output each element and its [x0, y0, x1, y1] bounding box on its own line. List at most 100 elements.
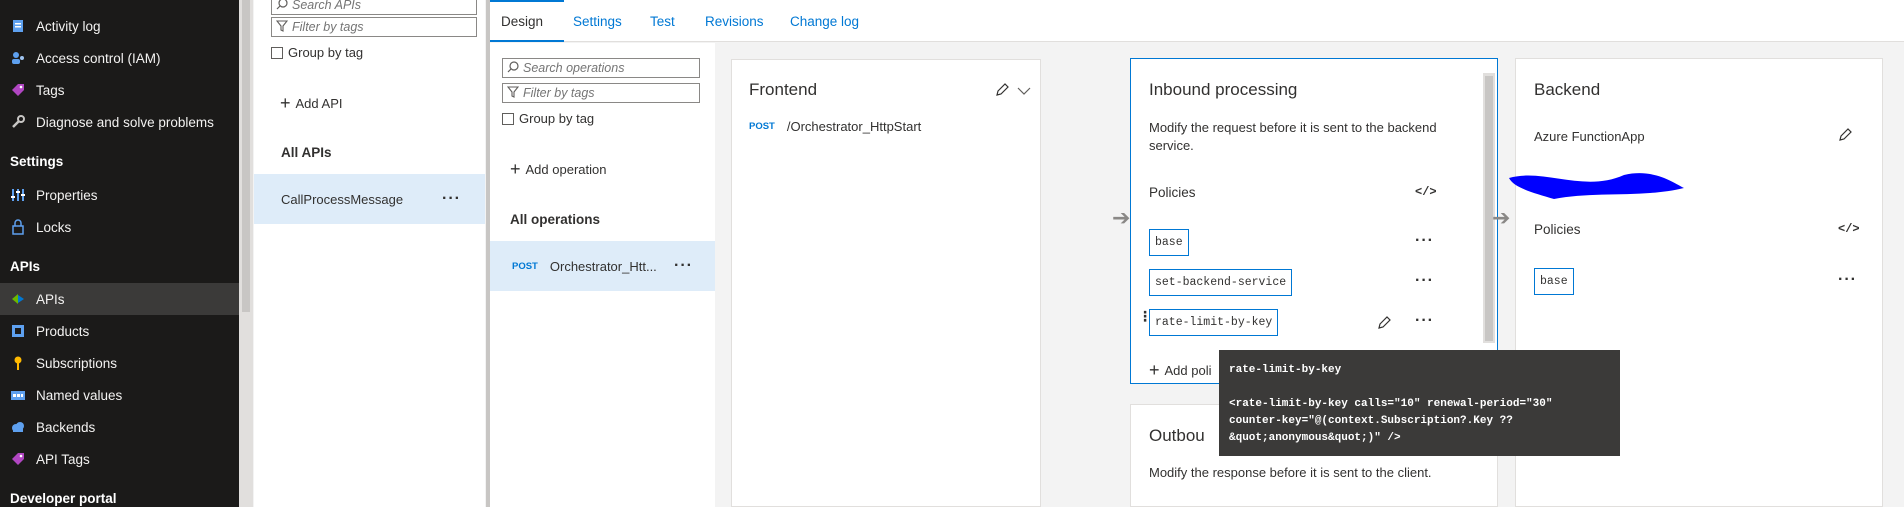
- nav-item-label: Locks: [36, 219, 72, 235]
- apis-icon: [10, 291, 26, 307]
- tab-revisions[interactable]: Revisions: [705, 14, 764, 29]
- edit-icon[interactable]: [1838, 127, 1853, 145]
- more-icon[interactable]: ···: [442, 190, 461, 208]
- api-row[interactable]: CallProcessMessage ···: [254, 174, 485, 224]
- filter-tags-input[interactable]: [288, 20, 476, 34]
- tag-icon: [10, 451, 26, 467]
- search-icon: [276, 0, 288, 13]
- checkbox-box[interactable]: [502, 112, 514, 125]
- nav-section-settings: Settings: [10, 154, 64, 169]
- backend-title: Backend: [1534, 80, 1601, 99]
- nav-item-label: Tags: [36, 82, 65, 98]
- nav-item-activity-log[interactable]: Activity log: [0, 10, 239, 42]
- nav-item-label: APIs: [36, 291, 65, 307]
- checkbox-box[interactable]: [271, 46, 283, 59]
- outbound-description: Modify the response before it is sent to…: [1149, 465, 1432, 480]
- nav-item-api-tags[interactable]: API Tags: [0, 443, 239, 475]
- drag-handle-icon[interactable]: ⋮: [1138, 309, 1152, 323]
- nav-item-label: Properties: [36, 187, 98, 203]
- tooltip-line: <rate-limit-by-key calls="10" renewal-pe…: [1229, 398, 1553, 410]
- nav-scrollbar[interactable]: [239, 0, 253, 507]
- nav-item-label: API Tags: [36, 451, 90, 467]
- all-apis-heading: All APIs: [281, 145, 332, 160]
- add-operation-label: Add operation: [525, 162, 607, 177]
- frontend-card: Frontend POST /Orchestrator_HttpStart: [731, 59, 1041, 507]
- chevron-down-icon[interactable]: [1017, 84, 1031, 99]
- inbound-card: Inbound processing Modify the request be…: [1130, 58, 1498, 384]
- search-apis-input[interactable]: [288, 0, 476, 12]
- operation-name: Orchestrator_Htt...: [549, 258, 657, 274]
- plus-icon: +: [1149, 360, 1160, 380]
- search-operations-input[interactable]: [519, 61, 699, 75]
- code-view-icon[interactable]: </>: [1838, 222, 1860, 236]
- tab-change-log[interactable]: Change log: [790, 14, 859, 29]
- tab-settings[interactable]: Settings: [573, 14, 622, 29]
- api-list-panel: Group by tag + Add API All APIs CallProc…: [254, 0, 485, 507]
- filter-operations-box[interactable]: [502, 83, 700, 103]
- iam-icon: [10, 50, 26, 66]
- tag-icon: [10, 82, 26, 98]
- add-api-label: Add API: [295, 96, 343, 111]
- inbound-title: Inbound processing: [1149, 80, 1298, 99]
- more-icon[interactable]: ···: [1415, 232, 1434, 250]
- filter-operations-input[interactable]: [519, 86, 699, 100]
- nav-item-label: Access control (IAM): [36, 50, 161, 66]
- products-icon: [10, 323, 26, 339]
- more-icon[interactable]: ···: [1415, 272, 1434, 290]
- nav-item-label: Named values: [36, 387, 123, 403]
- backend-policies-label: Policies: [1534, 222, 1581, 237]
- nav-item-products[interactable]: Products: [0, 315, 239, 347]
- all-operations-heading: All operations: [510, 212, 601, 227]
- key-icon: [10, 355, 26, 371]
- nav-item-label: Subscriptions: [36, 355, 118, 371]
- nav-scrollbar-thumb[interactable]: [242, 0, 250, 312]
- inbound-policies-label: Policies: [1149, 185, 1196, 200]
- nav-item-backends[interactable]: Backends: [0, 411, 239, 443]
- search-operations-box[interactable]: [502, 58, 700, 78]
- filter-tags-box[interactable]: [271, 17, 477, 37]
- nav-item-access-control[interactable]: Access control (IAM): [0, 42, 239, 74]
- edit-icon[interactable]: [1377, 315, 1392, 333]
- frontend-title: Frontend: [749, 80, 818, 99]
- active-tab-underline: [490, 40, 564, 42]
- cloud-icon: [10, 419, 26, 435]
- tooltip-line: &quot;anonymous&quot;)" />: [1229, 432, 1401, 444]
- edit-icon[interactable]: [995, 82, 1010, 100]
- nav-item-subscriptions[interactable]: Subscriptions: [0, 347, 239, 379]
- tab-bar: Design Settings Test Revisions Change lo…: [490, 0, 1904, 42]
- ops-group-by-tag-checkbox[interactable]: Group by tag: [502, 111, 594, 126]
- named-values-icon: [10, 387, 26, 403]
- more-icon[interactable]: ···: [1415, 312, 1434, 330]
- nav-item-diagnose[interactable]: Diagnose and solve problems: [0, 106, 239, 138]
- nav-item-locks[interactable]: Locks: [0, 211, 239, 243]
- policy-rate-limit-by-key[interactable]: rate-limit-by-key: [1149, 309, 1279, 336]
- operation-row[interactable]: POST Orchestrator_Htt... ···: [490, 241, 715, 291]
- policy-base[interactable]: base: [1534, 268, 1574, 295]
- tab-design[interactable]: Design: [501, 14, 543, 29]
- inbound-description: Modify the request before it is sent to …: [1149, 120, 1437, 153]
- more-icon[interactable]: ···: [1838, 271, 1857, 289]
- nav-item-named-values[interactable]: Named values: [0, 379, 239, 411]
- http-method-badge: POST: [749, 121, 775, 132]
- nav-item-properties[interactable]: Properties: [0, 179, 239, 211]
- search-icon: [507, 60, 519, 76]
- policy-base[interactable]: base: [1149, 229, 1189, 256]
- add-policy-button[interactable]: + Add poli: [1149, 360, 1212, 381]
- flow-arrow-icon: ➔: [1112, 205, 1131, 230]
- tooltip-line: counter-key="@(context.Subscription?.Key…: [1229, 415, 1513, 427]
- filter-icon: [275, 19, 289, 35]
- group-by-tag-checkbox[interactable]: Group by tag: [271, 45, 363, 60]
- nav-item-apis[interactable]: APIs: [0, 283, 239, 315]
- search-apis-box[interactable]: [271, 0, 477, 15]
- nav-item-label: Activity log: [36, 18, 101, 34]
- add-api-button[interactable]: + Add API: [280, 93, 343, 114]
- api-name: CallProcessMessage: [281, 191, 404, 207]
- policy-set-backend-service[interactable]: set-backend-service: [1149, 269, 1293, 296]
- nav-section-apis: APIs: [10, 259, 41, 274]
- add-operation-button[interactable]: + Add operation: [510, 159, 606, 180]
- tab-test[interactable]: Test: [650, 14, 675, 29]
- more-icon[interactable]: ···: [674, 257, 693, 275]
- lock-icon: [10, 219, 26, 235]
- nav-item-tags[interactable]: Tags: [0, 74, 239, 106]
- code-view-icon[interactable]: </>: [1415, 185, 1437, 199]
